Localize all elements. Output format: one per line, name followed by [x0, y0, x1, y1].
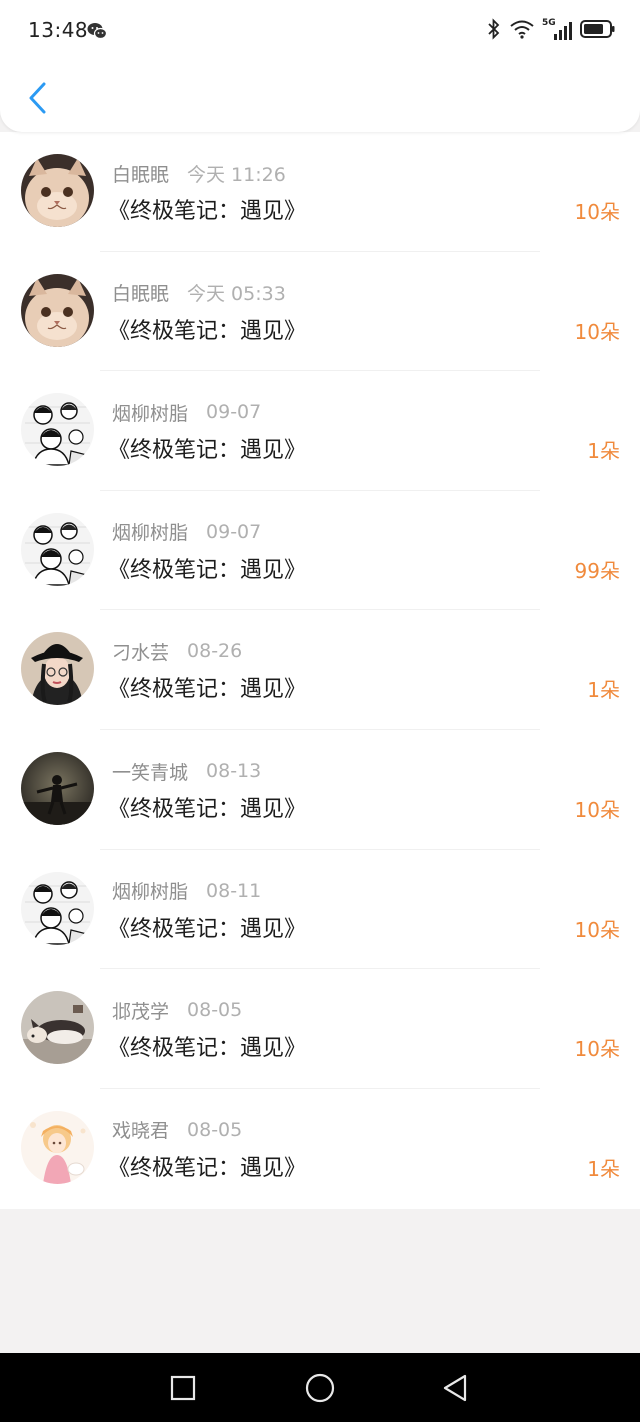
circle-home-icon[interactable] [304, 1373, 335, 1403]
timestamp: 09-07 [206, 401, 262, 424]
user-name[interactable]: 烟柳树脂 [112, 518, 188, 545]
system-navigation-bar [0, 1353, 640, 1422]
avatar[interactable] [21, 512, 94, 586]
wechat-icon [87, 22, 108, 44]
book-title: 《终极笔记：遇见》 [108, 677, 307, 703]
back-button[interactable] [18, 76, 58, 120]
timestamp: 08-05 [187, 1118, 243, 1141]
book-title: 《终极笔记：遇见》 [108, 916, 307, 942]
list-item[interactable]: 白眠眠 今天 11:26 《终极笔记：遇见》 10朵 [0, 132, 640, 252]
status-time: 13:48 [28, 18, 89, 42]
avatar[interactable] [21, 752, 94, 825]
list-item[interactable]: 烟柳树脂 08-11 《终极笔记：遇见》 10朵 [0, 850, 640, 970]
item-meta: 邶茂学 08-05 [112, 997, 242, 1023]
gift-amount: 10朵 [574, 798, 620, 822]
book-title: 《终极笔记：遇见》 [108, 1036, 307, 1062]
list-item[interactable]: 一笑青城 08-13 《终极笔记：遇见》 10朵 [0, 730, 640, 850]
book-title: 《终极笔记：遇见》 [108, 438, 307, 464]
timestamp: 08-05 [187, 999, 243, 1022]
avatar[interactable] [21, 632, 94, 706]
user-name[interactable]: 刁水芸 [112, 638, 169, 665]
timestamp: 今天 11:26 [187, 163, 286, 186]
item-meta: 白眠眠 今天 11:26 [112, 160, 286, 186]
timestamp: 08-26 [187, 640, 243, 663]
list-item[interactable]: 烟柳树脂 09-07 《终极笔记：遇见》 1朵 [0, 371, 640, 491]
item-meta: 烟柳树脂 08-11 [112, 878, 261, 904]
user-name[interactable]: 戏晓君 [112, 1116, 169, 1143]
book-title: 《终极笔记：遇见》 [108, 797, 307, 822]
bluetooth-icon [486, 18, 502, 44]
book-title: 《终极笔记：遇见》 [108, 199, 307, 224]
user-name[interactable]: 烟柳树脂 [112, 877, 188, 904]
gift-record-list: 白眠眠 今天 11:26 《终极笔记：遇见》 10朵 白眠眠 今天 05:33 《终极笔记：… [0, 132, 640, 1209]
avatar[interactable] [21, 1110, 94, 1184]
book-title: 《终极笔记：遇见》 [108, 1155, 307, 1181]
avatar[interactable] [21, 393, 94, 467]
gift-amount: 10朵 [574, 917, 620, 942]
item-meta: 戏晓君 08-05 [112, 1117, 242, 1143]
avatar[interactable] [21, 991, 94, 1065]
timestamp: 今天 05:33 [187, 283, 286, 306]
user-name[interactable]: 白眠眠 [112, 279, 169, 306]
gift-amount: 10朵 [574, 1037, 620, 1062]
user-name[interactable]: 烟柳树脂 [112, 399, 188, 426]
battery-icon [580, 19, 616, 43]
timestamp: 08-13 [206, 760, 262, 782]
cellular-signal-icon: 5G [542, 18, 572, 42]
item-meta: 烟柳树脂 09-07 [112, 399, 261, 425]
timestamp: 08-11 [206, 879, 262, 902]
gift-amount: 1朵 [587, 1156, 620, 1181]
gift-amount: 99朵 [574, 558, 620, 583]
timestamp: 09-07 [206, 520, 262, 543]
list-item[interactable]: 刁水芸 08-26 《终极笔记：遇见》 1朵 [0, 610, 640, 730]
page: 13:48 5G 白眠眠 今天 11:26 《终极笔记：遇见》 10朵 白眠眠 … [0, 0, 640, 1422]
list-item[interactable]: 戏晓君 08-05 《终极笔记：遇见》 1朵 [0, 1089, 640, 1209]
gift-amount: 1朵 [587, 439, 620, 464]
item-meta: 一笑青城 08-13 [112, 758, 261, 784]
user-name[interactable]: 白眠眠 [112, 160, 169, 187]
book-title: 《终极笔记：遇见》 [108, 557, 307, 583]
header: 13:48 5G [0, 0, 640, 132]
chevron-left-icon [29, 82, 46, 114]
user-name[interactable]: 邶茂学 [112, 997, 169, 1024]
avatar[interactable] [21, 154, 94, 227]
list-item[interactable]: 白眠眠 今天 05:33 《终极笔记：遇见》 10朵 [0, 252, 640, 372]
user-name[interactable]: 一笑青城 [112, 758, 188, 785]
status-icons: 5G [486, 18, 616, 44]
gift-amount: 1朵 [587, 678, 620, 703]
avatar[interactable] [21, 273, 94, 347]
gift-amount: 10朵 [574, 319, 620, 344]
avatar[interactable] [21, 871, 94, 945]
item-meta: 白眠眠 今天 05:33 [112, 280, 286, 306]
gift-amount: 10朵 [574, 200, 620, 224]
list-item[interactable]: 烟柳树脂 09-07 《终极笔记：遇见》 99朵 [0, 491, 640, 611]
wifi-icon [510, 19, 534, 43]
square-recents-icon[interactable] [168, 1373, 198, 1403]
triangle-back-icon[interactable] [441, 1373, 471, 1403]
book-title: 《终极笔记：遇见》 [108, 318, 307, 344]
list-item[interactable]: 邶茂学 08-05 《终极笔记：遇见》 10朵 [0, 969, 640, 1089]
item-meta: 烟柳树脂 09-07 [112, 519, 261, 545]
item-meta: 刁水芸 08-26 [112, 638, 242, 664]
